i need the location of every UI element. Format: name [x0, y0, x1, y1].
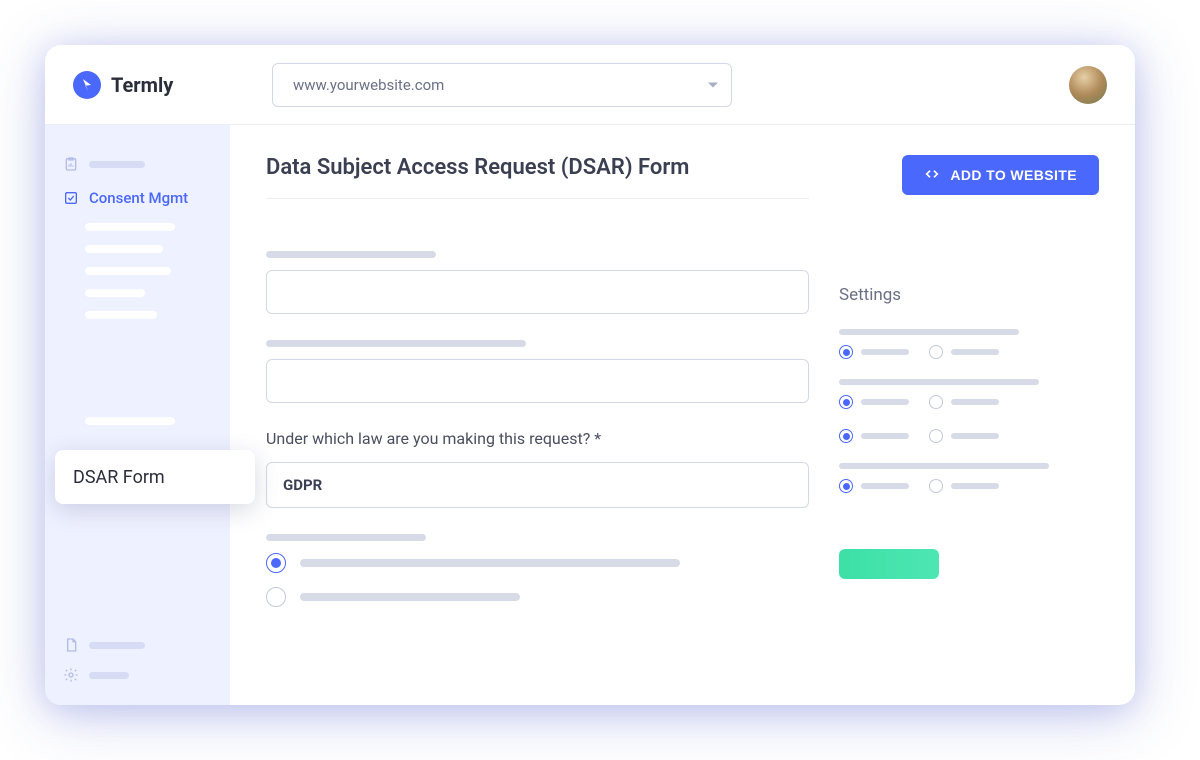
header: Termly www.yourwebsite.com — [45, 45, 1135, 125]
title-row: Data Subject Access Request (DSAR) Form — [266, 155, 809, 199]
radio-label-stub — [300, 559, 680, 567]
law-select-value: GDPR — [283, 476, 322, 494]
sidebar-item-label-stub — [89, 642, 145, 649]
sidebar-subitem[interactable] — [85, 223, 175, 231]
settings-label-stub — [839, 463, 1049, 469]
sidebar-item-dashboard[interactable] — [45, 147, 230, 181]
form-radio-option[interactable] — [266, 553, 809, 573]
save-button[interactable] — [839, 549, 939, 579]
add-to-website-label: ADD TO WEBSITE — [950, 167, 1077, 183]
settings-radio-option[interactable] — [839, 345, 909, 359]
app-window: Termly www.yourwebsite.com Consent Mgmt — [45, 45, 1135, 705]
settings-option-label-stub — [861, 483, 909, 489]
settings-option-label-stub — [951, 399, 999, 405]
sidebar-item-label: Consent Mgmt — [89, 189, 188, 207]
settings-group — [839, 329, 1099, 359]
brand-name: Termly — [111, 73, 173, 97]
settings-option-label-stub — [951, 433, 999, 439]
sidebar-item-label-stub — [89, 161, 145, 168]
sidebar-item-settings[interactable] — [45, 667, 230, 683]
sidebar-subitem[interactable] — [85, 267, 171, 275]
checkbox-icon — [63, 190, 79, 206]
add-to-website-button[interactable]: ADD TO WEBSITE — [902, 155, 1099, 195]
form-field-label-stub — [266, 251, 436, 258]
settings-label-stub — [839, 329, 1019, 335]
page-title: Data Subject Access Request (DSAR) Form — [266, 155, 689, 180]
dsar-form-card-label: DSAR Form — [73, 467, 165, 488]
chevron-down-icon — [708, 82, 718, 87]
radio-icon — [929, 395, 943, 409]
settings-radio-option[interactable] — [839, 429, 909, 443]
avatar[interactable] — [1069, 66, 1107, 104]
radio-icon — [266, 587, 286, 607]
sidebar-subitem[interactable] — [85, 245, 163, 253]
sidebar-item-label-stub — [89, 672, 129, 679]
settings-title: Settings — [839, 285, 1099, 305]
settings-radio-option[interactable] — [929, 345, 999, 359]
form-radio-option[interactable] — [266, 587, 809, 607]
code-icon — [924, 166, 940, 185]
document-icon — [63, 637, 79, 653]
radio-icon — [929, 429, 943, 443]
sidebar-item-docs[interactable] — [45, 637, 230, 653]
settings-radio-option[interactable] — [839, 395, 909, 409]
form-text-input[interactable] — [266, 359, 809, 403]
settings-group — [839, 429, 1099, 443]
settings-radio-option[interactable] — [929, 395, 999, 409]
dsar-form-card[interactable]: DSAR Form — [55, 450, 255, 504]
site-selector-value: www.yourwebsite.com — [272, 63, 732, 107]
settings-radio-option[interactable] — [839, 479, 909, 493]
settings-option-label-stub — [861, 349, 909, 355]
brand-logo-icon — [73, 71, 101, 99]
radio-icon — [839, 345, 853, 359]
radio-icon — [929, 345, 943, 359]
radio-icon — [266, 553, 286, 573]
settings-group — [839, 379, 1099, 409]
form-column: Data Subject Access Request (DSAR) Form … — [266, 155, 809, 705]
body: Consent Mgmt — [45, 125, 1135, 705]
sidebar-subitem[interactable] — [85, 311, 157, 319]
settings-column: ADD TO WEBSITE Settings — [839, 155, 1099, 705]
main: Data Subject Access Request (DSAR) Form … — [230, 125, 1135, 705]
dsar-form: Under which law are you making this requ… — [266, 199, 809, 621]
sidebar-subitem[interactable] — [85, 289, 145, 297]
form-field-label-stub — [266, 340, 526, 347]
radio-icon — [839, 429, 853, 443]
sidebar-bottom — [45, 637, 230, 705]
settings-option-label-stub — [861, 399, 909, 405]
radio-label-stub — [300, 593, 520, 601]
law-question-label: Under which law are you making this requ… — [266, 429, 809, 448]
sidebar-subitems — [45, 215, 230, 433]
settings-radio-option[interactable] — [929, 479, 999, 493]
settings-option-label-stub — [951, 483, 999, 489]
sidebar-subitem[interactable] — [85, 417, 175, 425]
form-text-input[interactable] — [266, 270, 809, 314]
form-field-label-stub — [266, 534, 426, 541]
sidebar-item-consent-mgmt[interactable]: Consent Mgmt — [45, 181, 230, 215]
settings-group — [839, 463, 1099, 493]
gear-icon — [63, 667, 79, 683]
settings-option-label-stub — [951, 349, 999, 355]
radio-icon — [839, 395, 853, 409]
radio-icon — [839, 479, 853, 493]
clipboard-chart-icon — [63, 156, 79, 172]
settings-label-stub — [839, 379, 1039, 385]
radio-icon — [929, 479, 943, 493]
site-selector[interactable]: www.yourwebsite.com — [272, 63, 732, 107]
settings-radio-option[interactable] — [929, 429, 999, 443]
law-select[interactable]: GDPR — [266, 462, 809, 508]
sidebar: Consent Mgmt — [45, 125, 230, 705]
settings-option-label-stub — [861, 433, 909, 439]
brand: Termly — [73, 71, 248, 99]
